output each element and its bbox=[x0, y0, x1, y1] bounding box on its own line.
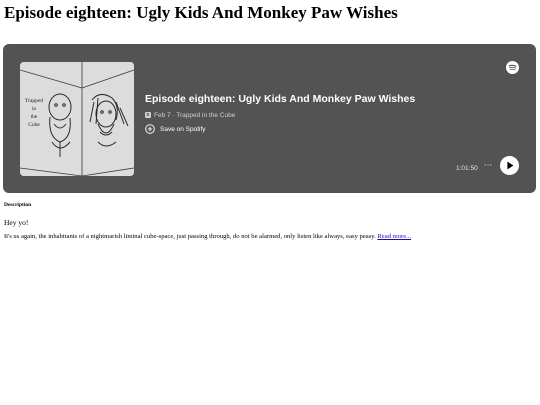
cover-text-line-2: in bbox=[32, 106, 37, 112]
description-body: It's us again, the inhabitants of a nigh… bbox=[4, 233, 411, 240]
play-button[interactable] bbox=[500, 156, 519, 175]
explicit-badge: E bbox=[145, 112, 151, 118]
cover-text-line-4: Cube bbox=[28, 122, 40, 128]
save-on-spotify-button[interactable]: Save on Spotify bbox=[145, 123, 206, 135]
page-title: Episode eighteen: Ugly Kids And Monkey P… bbox=[4, 3, 398, 22]
more-options-icon[interactable]: ··· bbox=[482, 161, 494, 171]
episode-meta: E Feb 7 · Trapped in the Cube bbox=[145, 110, 235, 120]
episode-title[interactable]: Episode eighteen: Ugly Kids And Monkey P… bbox=[145, 93, 415, 105]
save-on-spotify-label: Save on Spotify bbox=[160, 125, 206, 133]
description-text: It's us again, the inhabitants of a nigh… bbox=[4, 233, 378, 240]
episode-date-show[interactable]: Feb 7 · Trapped in the Cube bbox=[154, 112, 235, 119]
description-heading: Description bbox=[4, 202, 32, 208]
description-greeting: Hey yo! bbox=[4, 218, 29, 227]
cover-text-line-1: Trapped bbox=[25, 98, 43, 104]
play-icon bbox=[507, 161, 514, 170]
read-more-link[interactable]: Read more... bbox=[377, 233, 411, 240]
episode-duration: 1:01:50 bbox=[456, 165, 478, 172]
spotify-icon[interactable] bbox=[506, 61, 519, 74]
podcast-cover-art: Trapped in the Cube bbox=[20, 62, 134, 176]
spotify-embed-player: Trapped in the Cube Episode eighteen: Ug… bbox=[3, 44, 536, 193]
plus-circle-icon bbox=[145, 124, 155, 134]
cover-text-line-3: the bbox=[31, 114, 38, 120]
